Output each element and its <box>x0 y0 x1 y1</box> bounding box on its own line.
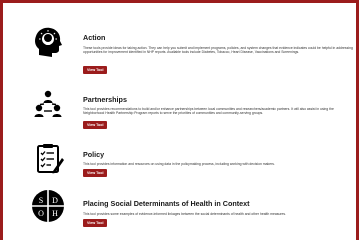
view-tool-button[interactable]: View Tool <box>83 219 108 227</box>
view-tool-button[interactable]: View Tool <box>83 169 108 177</box>
tool-description: This tool provides recommendations to bu… <box>83 107 334 116</box>
sdoh-letter: D <box>52 196 58 205</box>
tool-description: This tool provides information and resou… <box>83 162 275 166</box>
sdoh-circle-icon: S D O H <box>31 189 65 223</box>
tools-panel: Action These tools provide ideas for tak… <box>0 0 359 240</box>
view-tool-button[interactable]: View Tool <box>83 66 108 74</box>
sdoh-letter: H <box>52 209 58 218</box>
tool-title: Action <box>83 33 106 42</box>
view-tool-button[interactable]: View Tool <box>83 121 108 129</box>
tool-description: This tool provides some examples of evid… <box>83 212 286 216</box>
sdoh-letter: S <box>39 196 43 205</box>
tool-title: Partnerships <box>83 95 127 104</box>
tool-title: Placing Social Determinants of Health in… <box>83 199 250 208</box>
clipboard-checklist-icon <box>31 141 65 175</box>
tool-description: These tools provide ideas for taking act… <box>83 46 353 55</box>
tool-title: Policy <box>83 150 105 159</box>
people-network-icon <box>31 88 65 122</box>
sdoh-letter: O <box>38 209 44 218</box>
lightbulb-head-icon <box>31 25 65 59</box>
